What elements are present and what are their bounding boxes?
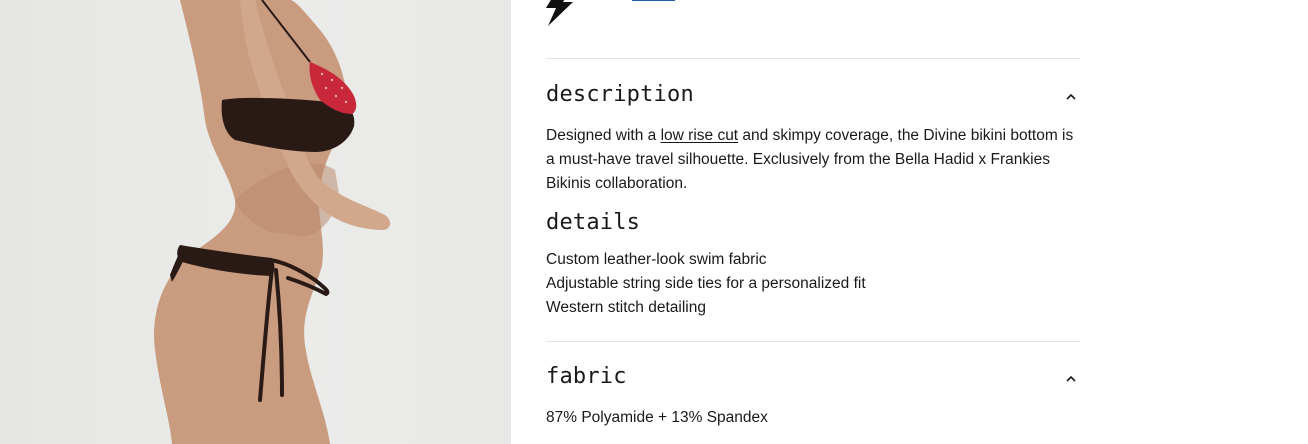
- low-rise-cut-link[interactable]: low rise cut: [661, 127, 739, 144]
- shipping-link[interactable]: [632, 0, 675, 1]
- description-text: Designed with a low rise cut and skimpy …: [546, 124, 1080, 196]
- description-text-start: Designed with a: [546, 127, 661, 144]
- fabric-heading[interactable]: fabric: [546, 364, 627, 389]
- description-heading[interactable]: description: [546, 82, 694, 107]
- product-image: [0, 0, 511, 444]
- fabric-composition: 87% Polyamide + 13% Spandex: [546, 409, 768, 426]
- detail-item: Western stitch detailing: [546, 299, 706, 316]
- lightning-bolt-icon: [546, 0, 574, 26]
- chevron-up-icon[interactable]: [1064, 90, 1078, 104]
- details-heading: details: [546, 210, 641, 235]
- shipping-row: [546, 0, 1080, 28]
- detail-item: Custom leather-look swim fabric: [546, 251, 767, 268]
- divider: [546, 58, 1080, 59]
- product-info-panel: description Designed with a low rise cut…: [546, 0, 1080, 444]
- detail-item: Adjustable string side ties for a person…: [546, 275, 866, 292]
- chevron-up-icon[interactable]: [1064, 372, 1078, 386]
- details-list: Custom leather-look swim fabric Adjustab…: [546, 248, 1080, 320]
- divider: [546, 341, 1080, 342]
- model-photo: [154, 0, 391, 444]
